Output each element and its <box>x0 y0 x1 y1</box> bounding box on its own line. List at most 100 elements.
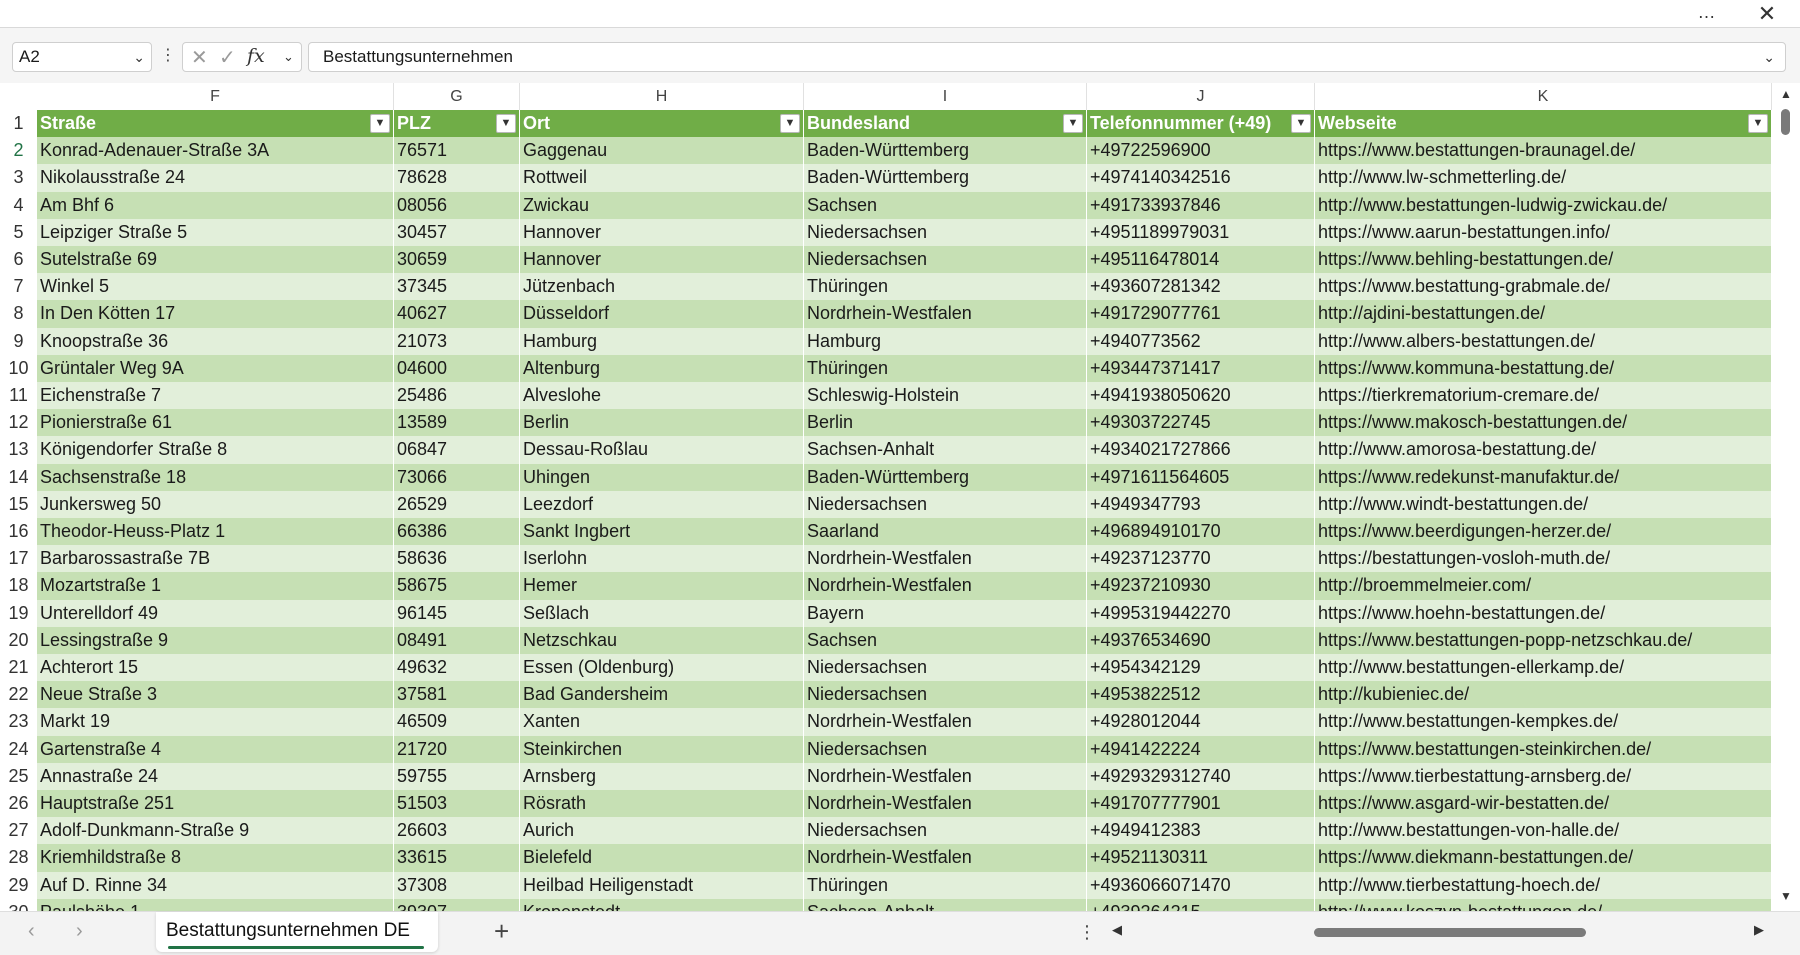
table-cell[interactable]: Steinkirchen <box>520 735 804 763</box>
table-cell[interactable]: Paulshöhe 1 <box>37 898 394 911</box>
table-cell[interactable]: https://www.behling-bestattungen.de/ <box>1315 246 1772 274</box>
column-header-j[interactable]: J <box>1087 83 1315 110</box>
table-cell[interactable]: Sachsen-Anhalt <box>804 436 1087 464</box>
table-cell[interactable]: http://ajdini-bestattungen.de/ <box>1315 300 1772 328</box>
filter-dropdown-icon[interactable]: ▼ <box>1063 114 1083 133</box>
table-cell[interactable]: http://kubieniec.de/ <box>1315 681 1772 709</box>
table-cell[interactable]: Winkel 5 <box>37 273 394 301</box>
table-cell[interactable]: Adolf-Dunkmann-Straße 9 <box>37 817 394 845</box>
table-cell[interactable]: 26529 <box>394 490 520 518</box>
table-cell[interactable]: Rottweil <box>520 164 804 192</box>
table-cell[interactable]: Nordrhein-Westfalen <box>804 708 1087 736</box>
table-cell[interactable]: Niedersachsen <box>804 654 1087 682</box>
table-cell[interactable]: 96145 <box>394 599 520 627</box>
row-number[interactable]: 4 <box>0 191 37 219</box>
table-cell[interactable]: 30457 <box>394 218 520 246</box>
table-cell[interactable]: Bayern <box>804 599 1087 627</box>
table-cell[interactable]: Leipziger Straße 5 <box>37 218 394 246</box>
table-cell[interactable]: Hannover <box>520 246 804 274</box>
table-cell[interactable]: Thüringen <box>804 354 1087 382</box>
scroll-left-icon[interactable]: ◀ <box>1112 922 1122 938</box>
table-cell[interactable]: +4949347793 <box>1087 490 1315 518</box>
column-header-g[interactable]: G <box>394 83 520 110</box>
table-cell[interactable]: Mozartstraße 1 <box>37 572 394 600</box>
header-cell[interactable]: Webseite ▼ <box>1315 110 1772 138</box>
table-cell[interactable]: +4934021727866 <box>1087 436 1315 464</box>
table-cell[interactable]: Annastraße 24 <box>37 762 394 790</box>
table-cell[interactable]: +49521130311 <box>1087 844 1315 872</box>
scroll-down-icon[interactable]: ▼ <box>1780 889 1792 903</box>
table-cell[interactable]: Aurich <box>520 817 804 845</box>
table-cell[interactable]: Niedersachsen <box>804 218 1087 246</box>
table-cell[interactable]: Hamburg <box>520 327 804 355</box>
table-cell[interactable]: 59755 <box>394 762 520 790</box>
row-number[interactable]: 13 <box>0 436 37 464</box>
table-cell[interactable]: Düsseldorf <box>520 300 804 328</box>
table-cell[interactable]: Gaggenau <box>520 137 804 165</box>
column-header-k[interactable]: K <box>1315 83 1772 110</box>
row-number[interactable]: 3 <box>0 164 37 192</box>
table-cell[interactable]: 39307 <box>394 898 520 911</box>
table-cell[interactable]: http://www.tierbestattung-hoech.de/ <box>1315 871 1772 899</box>
table-cell[interactable]: https://www.bestattung-grabmale.de/ <box>1315 273 1772 301</box>
table-cell[interactable]: +491729077761 <box>1087 300 1315 328</box>
table-cell[interactable]: Gartenstraße 4 <box>37 735 394 763</box>
table-cell[interactable]: Nordrhein-Westfalen <box>804 790 1087 818</box>
add-sheet-button[interactable]: + <box>494 916 509 947</box>
table-cell[interactable]: Grüntaler Weg 9A <box>37 354 394 382</box>
table-cell[interactable]: 25486 <box>394 382 520 410</box>
vertical-dots-icon[interactable]: ⋮ <box>1078 922 1096 942</box>
table-cell[interactable]: Eichenstraße 7 <box>37 382 394 410</box>
table-cell[interactable]: 58636 <box>394 545 520 573</box>
table-cell[interactable]: https://www.makosch-bestattungen.de/ <box>1315 409 1772 437</box>
table-cell[interactable]: Xanten <box>520 708 804 736</box>
table-cell[interactable]: Nordrhein-Westfalen <box>804 762 1087 790</box>
insert-function-icon[interactable]: fx <box>247 45 265 67</box>
table-cell[interactable]: +4949412383 <box>1087 817 1315 845</box>
table-cell[interactable]: http://www.lw-schmetterling.de/ <box>1315 164 1772 192</box>
table-cell[interactable]: 04600 <box>394 354 520 382</box>
table-cell[interactable]: Niedersachsen <box>804 490 1087 518</box>
table-cell[interactable]: Theodor-Heuss-Platz 1 <box>37 518 394 546</box>
table-cell[interactable]: Hamburg <box>804 327 1087 355</box>
table-cell[interactable]: Kropenstedt <box>520 898 804 911</box>
table-cell[interactable]: +495116478014 <box>1087 246 1315 274</box>
row-number[interactable]: 15 <box>0 490 37 518</box>
row-number[interactable]: 14 <box>0 463 37 491</box>
table-cell[interactable]: Königendorfer Straße 8 <box>37 436 394 464</box>
chevron-left-icon[interactable]: ‹ <box>28 920 35 943</box>
row-number[interactable]: 30 <box>0 898 37 911</box>
table-cell[interactable]: In Den Kötten 17 <box>37 300 394 328</box>
table-cell[interactable]: 30659 <box>394 246 520 274</box>
table-cell[interactable]: Sachsen-Anhalt <box>804 898 1087 911</box>
table-cell[interactable]: https://www.tierbestattung-arnsberg.de/ <box>1315 762 1772 790</box>
table-cell[interactable]: +49376534690 <box>1087 626 1315 654</box>
vertical-scrollbar[interactable]: ▲ ▼ <box>1772 83 1800 911</box>
table-cell[interactable]: Saarland <box>804 518 1087 546</box>
table-cell[interactable]: Markt 19 <box>37 708 394 736</box>
row-number[interactable]: 23 <box>0 708 37 736</box>
table-cell[interactable]: +4995319442270 <box>1087 599 1315 627</box>
table-cell[interactable]: Nikolausstraße 24 <box>37 164 394 192</box>
header-cell[interactable]: Straße ▼ <box>37 110 394 138</box>
table-cell[interactable]: Am Bhf 6 <box>37 191 394 219</box>
table-cell[interactable]: Sutelstraße 69 <box>37 246 394 274</box>
table-cell[interactable]: +49303722745 <box>1087 409 1315 437</box>
filter-dropdown-icon[interactable]: ▼ <box>496 114 516 133</box>
table-cell[interactable]: 76571 <box>394 137 520 165</box>
table-cell[interactable]: +491707777901 <box>1087 790 1315 818</box>
table-cell[interactable]: Berlin <box>520 409 804 437</box>
table-cell[interactable]: +4928012044 <box>1087 708 1315 736</box>
table-cell[interactable]: Baden-Württemberg <box>804 137 1087 165</box>
table-cell[interactable]: 26603 <box>394 817 520 845</box>
table-cell[interactable]: Alveslohe <box>520 382 804 410</box>
table-cell[interactable]: http://www.windt-bestattungen.de/ <box>1315 490 1772 518</box>
row-number[interactable]: 8 <box>0 300 37 328</box>
table-cell[interactable]: https://bestattungen-vosloh-muth.de/ <box>1315 545 1772 573</box>
table-cell[interactable]: https://www.hoehn-bestattungen.de/ <box>1315 599 1772 627</box>
table-cell[interactable]: https://www.asgard-wir-bestatten.de/ <box>1315 790 1772 818</box>
table-cell[interactable]: +4951189979031 <box>1087 218 1315 246</box>
table-cell[interactable]: Sachsen <box>804 626 1087 654</box>
cancel-icon[interactable]: ✕ <box>191 45 208 70</box>
table-cell[interactable]: 49632 <box>394 654 520 682</box>
